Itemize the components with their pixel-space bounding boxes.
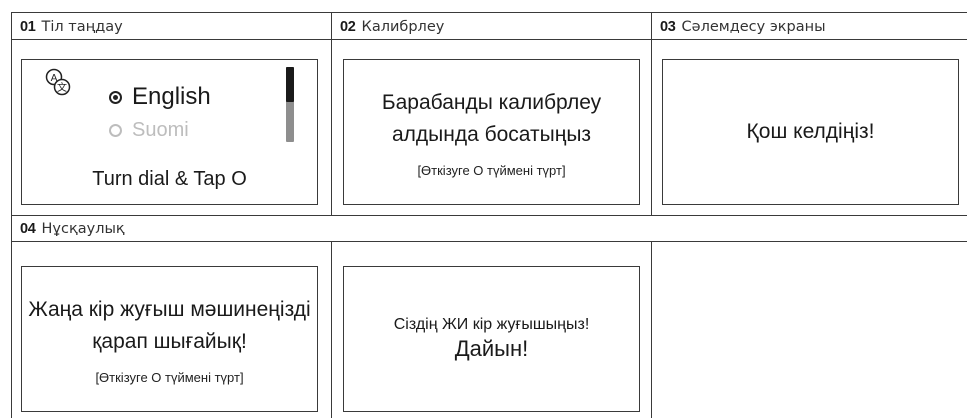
language-label: English [132, 83, 211, 110]
guide-screen-1: Жаңа кір жуғыш мәшинеңізді қарап шығайық… [21, 266, 318, 412]
grid-line [331, 241, 332, 418]
calibration-line-1: Барабанды калибрлеу [381, 90, 602, 114]
section-title: Тіл таңдау [41, 18, 123, 35]
guide-line-1: Жаңа кір жуғыш мәшинеңізді [28, 297, 311, 321]
language-label: Suomi [132, 119, 189, 141]
grid-line [651, 241, 652, 418]
skip-hint: [Өткізуге О түймені түрт] [95, 369, 244, 385]
section-header-guide: 04 Нұсқаулық [11, 215, 967, 242]
ready-line-1: Сіздің ЖИ кір жуғышыңыз! [393, 316, 590, 333]
welcome-screen: Қош келдіңіз! [662, 59, 959, 205]
calibration-screen: Барабанды калибрлеу алдында босатыңыз [Ө… [343, 59, 640, 205]
radio-selected-icon [109, 90, 122, 104]
scrollbar[interactable] [286, 67, 294, 142]
section-number: 04 [20, 220, 36, 237]
ready-line-2: Дайын! [454, 336, 529, 361]
section-number: 02 [340, 18, 356, 35]
calibration-line-2: алдында босатыңыз [391, 122, 592, 146]
guide-screen-2: Сіздің ЖИ кір жуғышыңыз! Дайын! [343, 266, 640, 412]
language-screen: A 文 English Suomi Turn dial & Tap O [21, 59, 318, 205]
skip-hint: [Өткізуге О түймені түрт] [417, 162, 566, 178]
section-number: 01 [20, 18, 36, 35]
instruction-text: Turn dial & Tap O [92, 168, 247, 190]
section-title: Нұсқаулық [41, 220, 125, 237]
section-title: Сәлемдесу экраны [681, 18, 826, 35]
section-title: Калибрлеу [361, 18, 445, 35]
svg-text:文: 文 [57, 81, 67, 94]
language-option-english[interactable]: English [109, 83, 211, 111]
welcome-message: Қош келдіңіз! [746, 120, 875, 143]
language-option-suomi[interactable]: Suomi [109, 119, 189, 142]
instruction-grid: 01 Тіл таңдау 02 Калибрлеу 03 Сәлемдесу … [11, 12, 967, 418]
scrollbar-thumb[interactable] [286, 67, 294, 102]
section-header-welcome: 03 Сәлемдесу экраны [651, 13, 967, 40]
section-header-language: 01 Тіл таңдау [11, 13, 331, 40]
section-number: 03 [660, 18, 676, 35]
guide-line-2: қарап шығайық! [92, 329, 247, 353]
section-header-calibration: 02 Калибрлеу [331, 13, 651, 40]
language-icon: A 文 [45, 68, 71, 96]
grid-line [331, 12, 332, 215]
radio-unselected-icon [109, 124, 122, 137]
grid-line [651, 12, 652, 215]
